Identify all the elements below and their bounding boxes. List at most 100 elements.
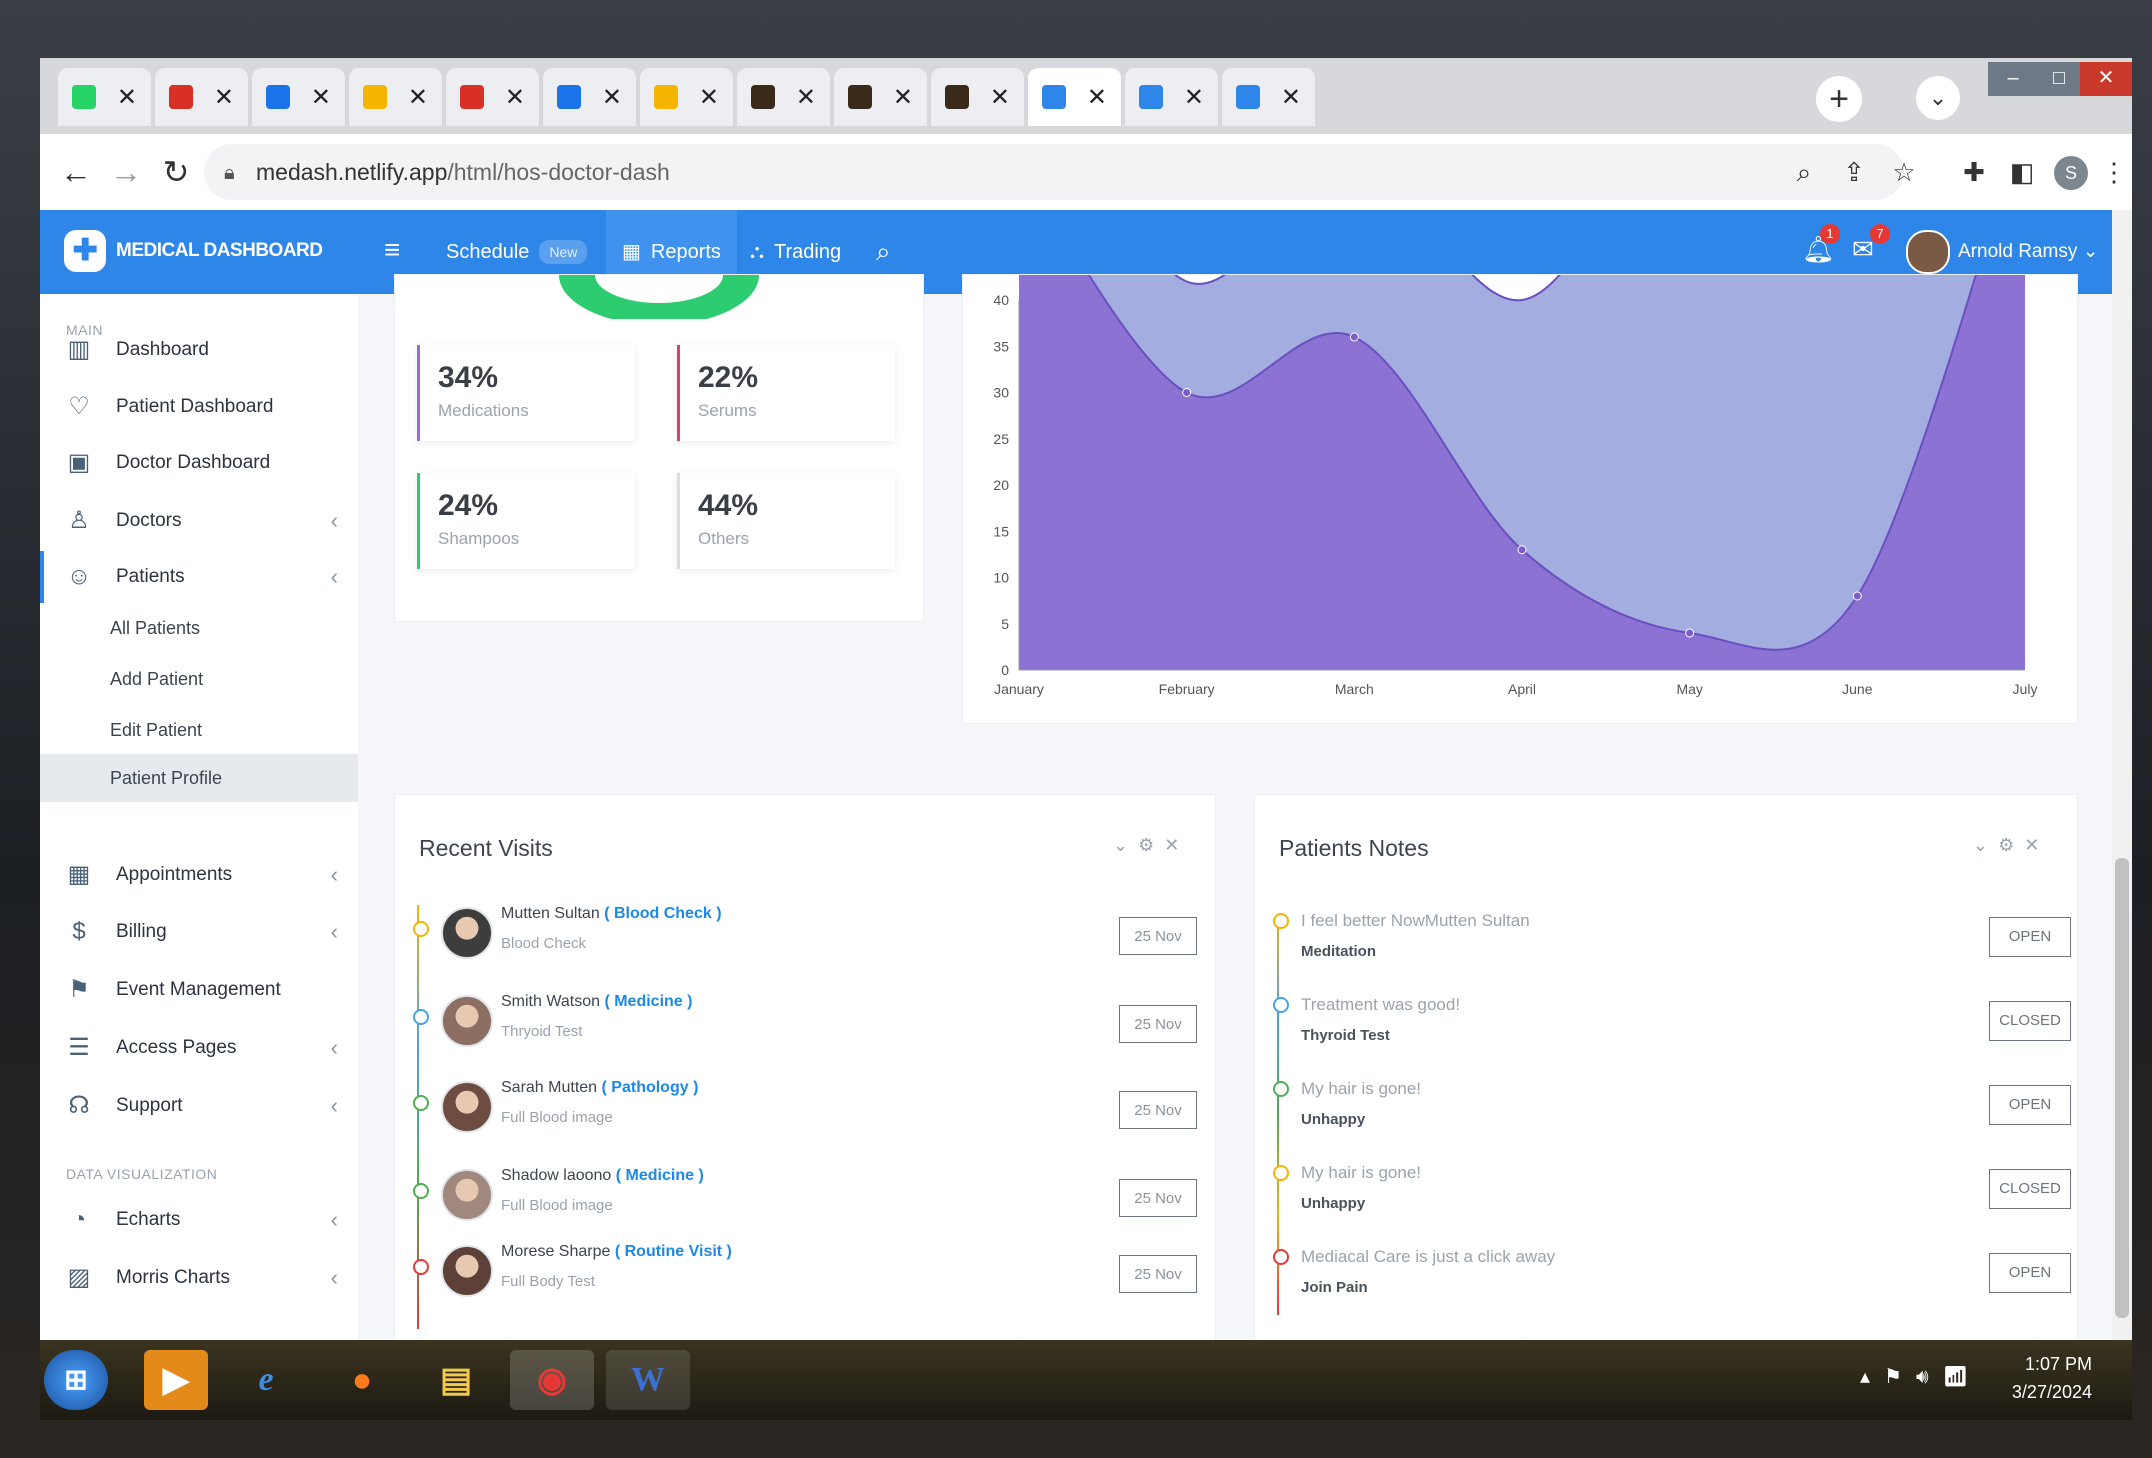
browser-tab[interactable]: Hos ✕ <box>349 68 442 126</box>
note-status-button[interactable]: CLOSED <box>1989 1001 2071 1041</box>
close-icon[interactable]: ✕ <box>1164 835 1189 855</box>
bookmark-star-icon[interactable]: ☆ <box>1884 150 1924 194</box>
tab-close-icon[interactable]: ✕ <box>408 83 428 112</box>
tab-close-icon[interactable]: ✕ <box>311 83 331 112</box>
browser-tab[interactable]: Mec ✕ <box>737 68 830 126</box>
sidebar-subitem-patient-profile[interactable]: Patient Profile <box>40 754 358 802</box>
new-tab-button[interactable]: + <box>1816 76 1862 122</box>
tab-close-icon[interactable]: ✕ <box>602 83 622 112</box>
sidebar-item-support[interactable]: ☊ Support ‹ <box>40 1080 358 1132</box>
brand[interactable]: ✚ MEDICAL DASHBOARD <box>64 230 323 272</box>
back-icon[interactable]: ← <box>54 150 98 194</box>
visit-row[interactable]: Mutten Sultan ( Blood Check ) Blood Check… <box>413 901 1197 989</box>
browser-tab[interactable]: Sea ✕ <box>446 68 539 126</box>
browser-tab[interactable]: (5) V ✕ <box>58 68 151 126</box>
note-status-button[interactable]: OPEN <box>1989 1085 2071 1125</box>
tab-search-icon[interactable]: ⌄ <box>1916 76 1960 120</box>
browser-tab[interactable]: Hon ✕ <box>252 68 345 126</box>
tab-close-icon[interactable]: ✕ <box>1281 83 1301 112</box>
user-avatar[interactable] <box>1906 230 1950 274</box>
sidebar-item-doctor-dashboard[interactable]: ▣ Doctor Dashboard <box>40 437 358 489</box>
note-status-button[interactable]: CLOSED <box>1989 1169 2071 1209</box>
sidebar-item-billing[interactable]: $ Billing ‹ <box>40 906 358 958</box>
data-point[interactable] <box>1349 332 1359 342</box>
sidebar-item-access-pages[interactable]: ☰ Access Pages ‹ <box>40 1022 358 1074</box>
data-point[interactable] <box>1852 591 1862 601</box>
sidebar-item-doctors[interactable]: ♙ Doctors ‹ <box>40 495 358 547</box>
sidebar-subitem-add-patient[interactable]: Add Patient <box>40 655 358 703</box>
collapse-icon[interactable]: ⌄ <box>1113 835 1138 855</box>
browser-tab[interactable]: Mec ✕ <box>834 68 927 126</box>
sidebar-subitem-all-patients[interactable]: All Patients <box>40 604 358 652</box>
extensions-icon[interactable]: ✚ <box>1954 150 1994 194</box>
visit-type-tag[interactable]: ( Medicine ) <box>616 1167 704 1184</box>
settings-icon[interactable]: ⚙ <box>1998 835 2024 855</box>
visit-row[interactable]: Morese Sharpe ( Routine Visit ) Full Body… <box>413 1239 1197 1327</box>
file-explorer-icon[interactable]: ▤ <box>424 1350 488 1410</box>
data-point[interactable] <box>1685 628 1695 638</box>
sidebar-item-patients[interactable]: ☺ Patients ‹ <box>40 551 358 603</box>
sidebar-item-dashboard[interactable]: ▥ Dashboard <box>40 324 358 376</box>
visit-row[interactable]: Sarah Mutten ( Pathology ) Full Blood ima… <box>413 1075 1197 1163</box>
messages-icon[interactable]: ✉ 7 <box>1852 224 1890 270</box>
tab-close-icon[interactable]: ✕ <box>1184 83 1204 112</box>
tab-close-icon[interactable]: ✕ <box>699 83 719 112</box>
firefox-icon[interactable]: ● <box>330 1350 394 1410</box>
tab-close-icon[interactable]: ✕ <box>1087 83 1107 112</box>
tab-close-icon[interactable]: ✕ <box>796 83 816 112</box>
word-icon[interactable]: W <box>606 1350 690 1410</box>
clock[interactable]: 1:07 PM 3/27/2024 <box>2012 1350 2092 1406</box>
forward-icon[interactable]: → <box>104 150 148 194</box>
settings-icon[interactable]: ⚙ <box>1138 835 1164 855</box>
start-button-icon[interactable]: ⊞ <box>44 1350 108 1410</box>
sidebar-item-morris-charts[interactable]: ▨ Morris Charts ‹ <box>40 1252 358 1304</box>
visit-row[interactable]: Shadow laoono ( Medicine ) Full Blood ima… <box>413 1163 1197 1251</box>
url-text[interactable]: medash.netlify.app/html/hos-doctor-dash <box>256 146 670 198</box>
browser-tab[interactable]: Sea ✕ <box>543 68 636 126</box>
tab-close-icon[interactable]: ✕ <box>117 83 137 112</box>
sidebar-item-appointments[interactable]: ▦ Appointments ‹ <box>40 849 358 901</box>
sidebar-item-echarts[interactable]: ◔ Echarts ‹ <box>40 1194 358 1246</box>
browser-tab[interactable]: Inbo ✕ <box>155 68 248 126</box>
sidebar-subitem-edit-patient[interactable]: Edit Patient <box>40 706 358 754</box>
notification-bell-icon[interactable]: 🔔︎ 1 <box>1802 224 1840 270</box>
scrollbar-thumb[interactable] <box>2115 858 2129 1318</box>
tab-close-icon[interactable]: ✕ <box>990 83 1010 112</box>
browser-tab[interactable]: Mec ✕ <box>931 68 1024 126</box>
collapse-icon[interactable]: ⌄ <box>1973 835 1998 855</box>
media-player-icon[interactable]: ▶ <box>144 1350 208 1410</box>
browser-menu-icon[interactable]: ⋮ <box>2094 150 2132 194</box>
tab-close-icon[interactable]: ✕ <box>505 83 525 112</box>
minimize-icon[interactable]: – <box>1988 62 2038 96</box>
side-panel-icon[interactable]: ◧ <box>2002 150 2042 194</box>
browser-tab[interactable]: Dasl ✕ <box>1125 68 1218 126</box>
profile-avatar[interactable]: S <box>2054 156 2088 190</box>
zoom-icon[interactable]: ⌕ <box>1784 150 1824 194</box>
visit-type-tag[interactable]: ( Medicine ) <box>604 993 692 1010</box>
note-status-button[interactable]: OPEN <box>1989 917 2071 957</box>
internet-explorer-icon[interactable]: e <box>234 1350 298 1410</box>
note-status-button[interactable]: OPEN <box>1989 1253 2071 1293</box>
system-tray-icons[interactable]: ▴⚑🔊︎📶︎ <box>1860 1364 1982 1389</box>
maximize-icon[interactable]: □ <box>2034 62 2084 96</box>
share-icon[interactable]: ⇪ <box>1834 150 1874 194</box>
browser-tab[interactable]: Mul ✕ <box>1222 68 1315 126</box>
data-point[interactable] <box>1517 545 1527 555</box>
search-icon[interactable]: ⌕ <box>876 236 891 268</box>
visit-row[interactable]: Smith Watson ( Medicine ) Thryoid Test 25 … <box>413 989 1197 1077</box>
visit-type-tag[interactable]: ( Routine Visit ) <box>615 1243 732 1260</box>
visit-type-tag[interactable]: ( Blood Check ) <box>604 905 721 922</box>
close-window-icon[interactable]: ✕ <box>2080 62 2132 96</box>
visit-type-tag[interactable]: ( Pathology ) <box>602 1079 699 1096</box>
chrome-icon[interactable]: ◉ <box>510 1350 594 1410</box>
tab-close-icon[interactable]: ✕ <box>214 83 234 112</box>
tab-close-icon[interactable]: ✕ <box>893 83 913 112</box>
user-menu[interactable]: Arnold Ramsy ⌄ <box>1958 240 2099 263</box>
sidebar-item-event-management[interactable]: ⚑ Event Management <box>40 964 358 1016</box>
close-icon[interactable]: ✕ <box>2024 835 2049 855</box>
hamburger-menu-icon[interactable]: ≡ <box>384 234 400 266</box>
browser-tab[interactable]: Mul ✕ <box>1028 68 1121 126</box>
data-point[interactable] <box>1182 388 1192 397</box>
sidebar-item-patient-dashboard[interactable]: ♡ Patient Dashboard <box>40 381 358 433</box>
browser-tab[interactable]: SAS ✕ <box>640 68 733 126</box>
